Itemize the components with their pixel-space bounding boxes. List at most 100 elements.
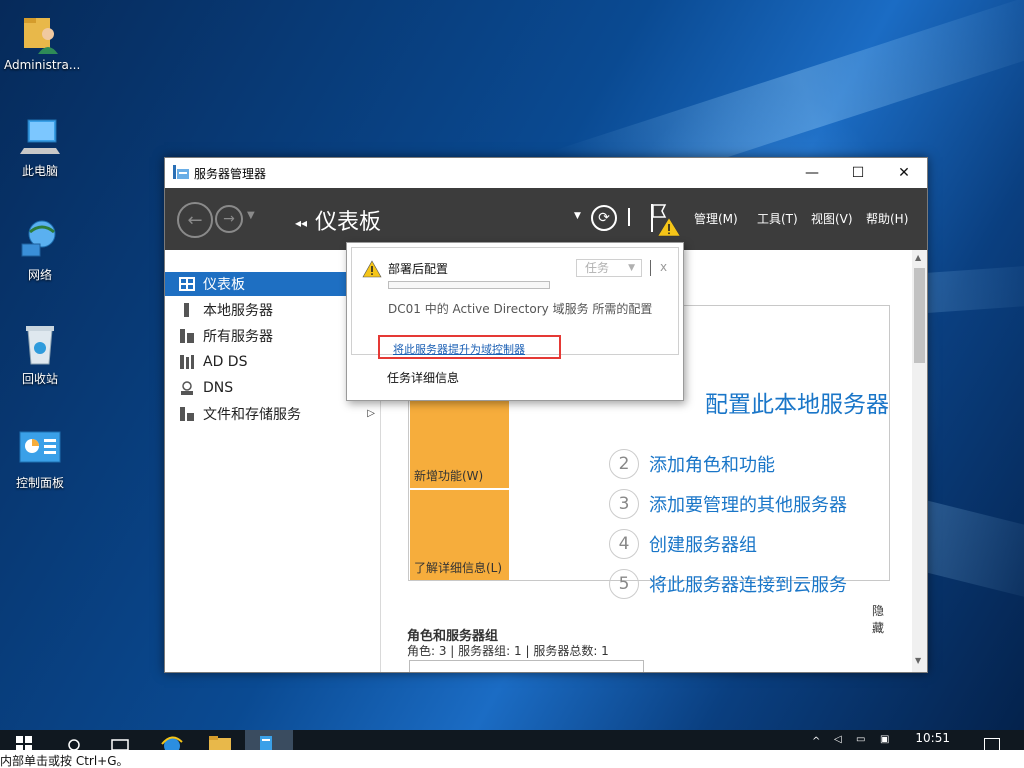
notifications-popup: 部署后配置 任务 ▼ x DC01 中的 Active Directory 域服… [346,242,684,401]
nav-label: 文件和存储服务 [203,407,301,423]
breadcrumb-dropdown-icon[interactable]: ▼ [574,211,581,221]
breadcrumb-current: 仪表板 [315,210,382,235]
refresh-icon: ⟳ [598,210,610,226]
user-folder-icon [24,18,58,54]
forward-button[interactable]: → [215,205,243,233]
history-dropdown-icon[interactable]: ▼ [247,210,255,221]
desktop-icon-this-pc[interactable]: 此电脑 [4,114,76,179]
server-manager-window: 服务器管理器 — ☐ ✕ ← → ▼ ◂◂ 仪表板 ▼ ⟳ 管理(M) 工具(T)… [164,157,928,673]
title-bar[interactable]: 服务器管理器 — ☐ ✕ [165,158,927,188]
toolbar: ← → ▼ ◂◂ 仪表板 ▼ ⟳ 管理(M) 工具(T) 视图(V) 帮助(H) [165,188,927,250]
warning-icon [362,260,382,278]
whats-new-label: 新增功能(W) [414,469,484,483]
menu-manage[interactable]: 管理(M) [694,210,738,227]
menu-view[interactable]: 视图(V) [811,210,853,227]
server-manager-icon [260,736,272,750]
flag-icon [652,204,667,218]
step-number: 2 [609,449,639,479]
step-number: 3 [609,489,639,519]
search-icon [68,739,80,750]
task-label: 任务 [585,261,610,275]
network-icon [21,220,56,257]
expand-arrow-icon[interactable]: ▷ [367,408,375,419]
dashboard-icon [179,277,195,291]
popup-separator [650,260,651,276]
tray-chevron-icon[interactable]: ^ [812,736,820,747]
hide-link[interactable]: 隐藏 [872,602,889,636]
search-button[interactable] [64,732,84,750]
start-button[interactable] [14,732,34,750]
desktop-icon-label: Administra... [4,58,81,72]
nav-label: DNS [203,380,234,396]
step-number: 4 [609,529,639,559]
refresh-button[interactable]: ⟳ [591,205,617,231]
tray-network-icon[interactable]: ▭ [856,734,865,745]
minimize-button[interactable]: — [789,158,835,188]
task-dropdown[interactable]: 任务 ▼ [576,259,642,277]
desktop-icon-administrator[interactable]: Administra... [4,10,80,72]
desktop-icon-control-panel[interactable]: 控制面板 [4,426,76,491]
taskbar-clock[interactable]: 10:51 [915,731,950,745]
nav-label: 仪表板 [203,277,245,293]
step-label: 添加角色和功能 [649,455,775,476]
maximize-button[interactable]: ☐ [835,158,881,188]
step-connect-cloud[interactable]: 5 将此服务器连接到云服务 [609,569,847,599]
recycle-bin-icon [26,326,54,365]
step-create-group[interactable]: 4 创建服务器组 [609,529,757,559]
desktop-icon-recycle-bin[interactable]: 回收站 [4,322,76,387]
arrow-right-icon: → [223,211,235,227]
storage-icon [180,407,194,421]
tray-volume-icon[interactable]: ◁ [834,734,842,745]
server-icon [184,303,189,317]
quick-start-heading[interactable]: 配置此本地服务器 [705,385,889,419]
task-details-link[interactable]: 任务详细信息 [387,369,459,386]
step-label: 创建服务器组 [649,535,757,556]
notifications-flag-button[interactable] [649,202,681,238]
scroll-down-icon[interactable]: ▼ [915,656,921,665]
taskbar-file-explorer[interactable] [207,732,233,750]
task-view-button[interactable] [108,732,132,750]
action-center-icon[interactable] [984,738,1000,750]
ad-ds-icon [180,355,194,369]
taskbar-ie[interactable] [160,732,184,750]
status-bar: 内部单击或按 Ctrl+G。 [0,750,1024,768]
promote-dc-link[interactable]: 将此服务器提升为域控制器 [393,341,525,357]
vertical-scrollbar[interactable]: ▲ ▼ [912,250,927,672]
nav-label: 本地服务器 [203,303,273,319]
desktop-icon-label: 控制面板 [15,476,64,490]
notification-description: DC01 中的 Active Directory 域服务 所需的配置 [388,302,653,316]
dns-icon [181,381,193,395]
toolbar-separator [628,208,630,226]
role-tile[interactable] [409,660,644,672]
learn-more-label: 了解详细信息(L) [414,561,503,575]
menu-tools[interactable]: 工具(T) [757,210,798,227]
scroll-up-icon[interactable]: ▲ [915,253,921,262]
notification-close-button[interactable]: x [660,260,667,274]
step-label: 将此服务器连接到云服务 [649,575,847,596]
desktop-icon-label: 回收站 [21,372,58,386]
learn-more-tile[interactable]: 了解详细信息(L) [410,490,509,580]
back-button[interactable]: ← [177,202,213,238]
chevron-down-icon: ▼ [628,263,635,273]
window-title: 服务器管理器 [194,167,267,181]
desktop-icon-network[interactable]: 网络 [4,218,76,283]
double-chevron-left-icon: ◂◂ [295,216,308,230]
windows-logo-icon [16,736,23,743]
taskbar-server-manager[interactable] [245,730,293,750]
computer-icon [20,119,60,154]
heading-text: 本地服务器 [774,392,889,418]
tray-ime-icon[interactable]: ▣ [880,734,889,745]
scroll-thumb[interactable] [914,268,925,363]
step-add-roles[interactable]: 2 添加角色和功能 [609,449,775,479]
nav-label: AD DS [203,354,248,370]
control-panel-icon [19,431,61,463]
step-number: 5 [609,569,639,599]
menu-help[interactable]: 帮助(H) [866,210,908,227]
step-add-servers[interactable]: 3 添加要管理的其他服务器 [609,489,847,519]
close-button[interactable]: ✕ [881,158,927,188]
notification-title: 部署后配置 [388,262,449,276]
notification-card: 部署后配置 任务 ▼ x DC01 中的 Active Directory 域服… [351,247,679,359]
highlight-box: 将此服务器提升为域控制器 [378,335,561,359]
nav-item-file-storage[interactable]: 文件和存储服务 ▷ [165,402,381,426]
heading-prefix: 配置此 [705,392,774,418]
